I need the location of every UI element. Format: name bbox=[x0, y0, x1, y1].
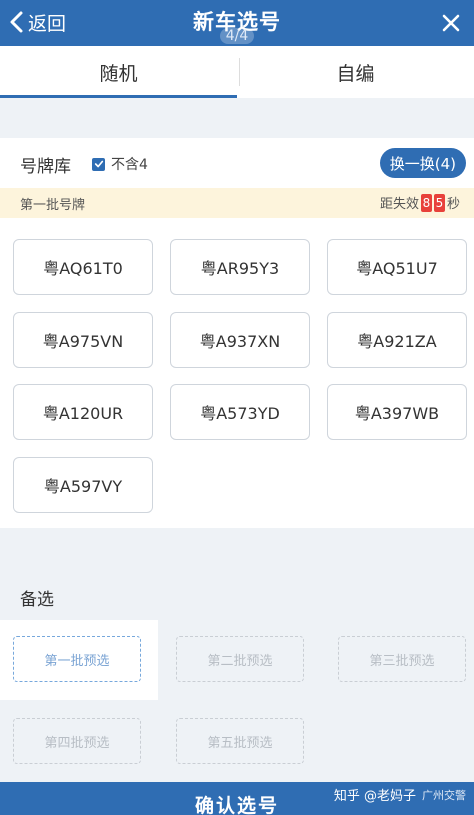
plate-option[interactable]: 粤A120UR bbox=[13, 384, 153, 440]
spacer-band bbox=[0, 528, 474, 570]
close-icon[interactable] bbox=[440, 12, 462, 34]
plate-option[interactable]: 粤AR95Y3 bbox=[170, 239, 310, 295]
spacer-band bbox=[0, 98, 474, 138]
alternate-slot-4[interactable]: 第四批预选 bbox=[13, 718, 141, 764]
tab-random-label: 随机 bbox=[99, 62, 138, 85]
app-header: 返回 新车选号 4/4 bbox=[0, 0, 474, 46]
plate-option[interactable]: 粤A597VY bbox=[13, 457, 153, 513]
exclude-4-label: 不含4 bbox=[111, 157, 148, 173]
countdown-digit: 8 bbox=[420, 193, 432, 212]
watermark-sub: 广州交警 bbox=[422, 788, 466, 802]
alternates-title: 备选 bbox=[20, 590, 54, 610]
alternate-slot-1[interactable]: 第一批预选 bbox=[13, 636, 141, 682]
plate-option[interactable]: 粤A937XN bbox=[170, 312, 310, 368]
countdown: 距失效 8 5 秒 bbox=[380, 193, 460, 212]
alternate-slot-2[interactable]: 第二批预选 bbox=[176, 636, 304, 682]
plate-option[interactable]: 粤AQ61T0 bbox=[13, 239, 153, 295]
tab-custom[interactable]: 自编 bbox=[237, 46, 474, 98]
page-indicator: 4/4 bbox=[0, 28, 474, 44]
plate-option[interactable]: 粤A921ZA bbox=[327, 312, 467, 368]
plate-option[interactable]: 粤A975VN bbox=[13, 312, 153, 368]
alternate-slot-3[interactable]: 第三批预选 bbox=[338, 636, 466, 682]
countdown-suffix: 秒 bbox=[446, 197, 460, 212]
plate-option[interactable]: 粤A573YD bbox=[170, 384, 310, 440]
tab-divider bbox=[239, 58, 240, 86]
alternate-slot-5[interactable]: 第五批预选 bbox=[176, 718, 304, 764]
plate-library-header: 号牌库 不含4 换一换(4) bbox=[0, 138, 474, 186]
countdown-digit: 5 bbox=[433, 193, 445, 212]
refresh-button[interactable]: 换一换(4) bbox=[379, 148, 466, 178]
tab-custom-label: 自编 bbox=[336, 62, 375, 85]
exclude-4-checkbox[interactable]: 不含4 bbox=[92, 154, 148, 174]
tab-bar: 随机 自编 bbox=[0, 46, 474, 98]
checkbox-checked-icon bbox=[92, 157, 105, 171]
plate-option[interactable]: 粤AQ51U7 bbox=[327, 239, 467, 295]
watermark-main: 知乎 @老妈子 bbox=[333, 789, 416, 804]
plate-option[interactable]: 粤A397WB bbox=[327, 384, 467, 440]
batch-bar: 第一批号牌 距失效 8 5 秒 bbox=[0, 188, 474, 218]
tab-random[interactable]: 随机 bbox=[0, 46, 237, 98]
plate-library-title: 号牌库 bbox=[20, 157, 71, 177]
page-indicator-text: 4/4 bbox=[219, 28, 255, 44]
watermark: 知乎 @老妈子 广州交警 bbox=[333, 785, 466, 805]
alternates-section: 备选 第一批预选 第二批预选 第三批预选 第四批预选 第五批预选 bbox=[0, 570, 474, 782]
batch-label: 第一批号牌 bbox=[20, 198, 86, 213]
plate-library-section: 号牌库 不含4 换一换(4) 第一批号牌 距失效 8 5 秒 粤AQ61T0 粤… bbox=[0, 138, 474, 528]
countdown-prefix: 距失效 bbox=[379, 197, 419, 212]
